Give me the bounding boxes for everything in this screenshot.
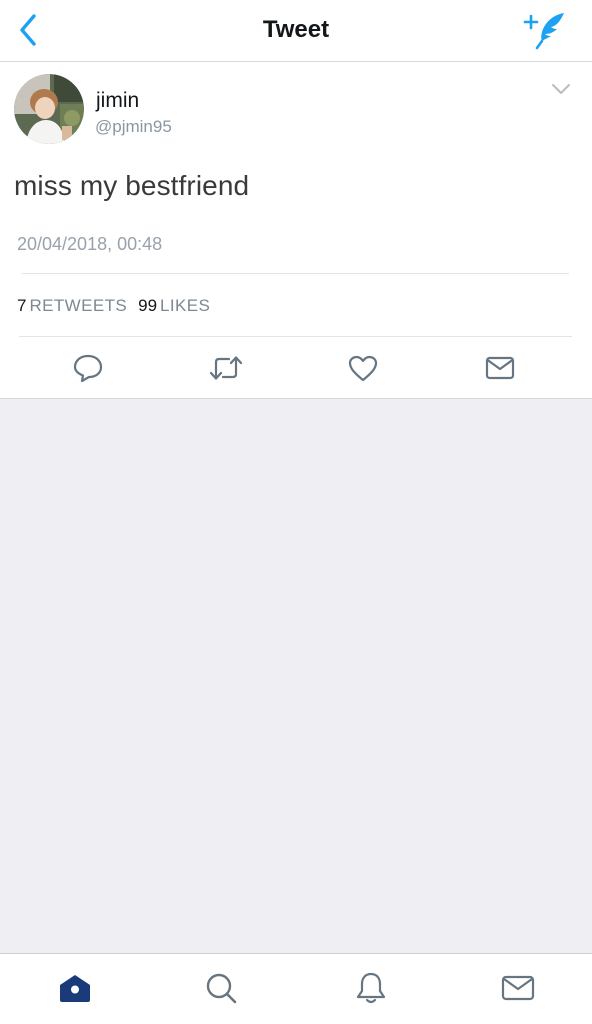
bell-icon: [356, 972, 386, 1004]
avatar[interactable]: [14, 74, 84, 144]
chevron-down-icon: [552, 84, 570, 94]
divider: [19, 336, 572, 337]
envelope-icon: [501, 975, 535, 1001]
tab-notifications[interactable]: [351, 968, 391, 1008]
envelope-icon: [485, 356, 515, 380]
user-handle: @pjmin95: [95, 117, 172, 136]
likes-count[interactable]: 99: [138, 296, 157, 315]
bottom-tab-bar: [0, 953, 592, 1024]
retweets-count[interactable]: 7: [17, 296, 26, 315]
page-title: Tweet: [262, 16, 330, 43]
heart-icon: [348, 355, 378, 382]
likes-label[interactable]: LIKES: [160, 296, 210, 315]
retweet-icon: [209, 356, 243, 380]
home-icon: [60, 975, 90, 1002]
display-name[interactable]: jimin: [96, 89, 139, 113]
tweet-text: miss my bestfriend: [14, 170, 250, 201]
compose-tweet-button[interactable]: [522, 8, 570, 52]
tweet-card: jimin @pjmin95 miss my bestfriend 20/04/…: [0, 62, 592, 399]
retweets-label[interactable]: RETWEETS: [29, 296, 127, 315]
tweet-detail-screen: Tweet jimin @pjmin95 miss my bestfriend …: [0, 0, 592, 1024]
compose-feather-icon: [523, 13, 564, 50]
divider: [22, 273, 569, 274]
search-icon: [206, 973, 237, 1004]
retweet-button[interactable]: [206, 352, 246, 384]
tweet-stats: 7 RETWEETS 99 LIKES: [17, 296, 210, 316]
tab-search[interactable]: [201, 968, 241, 1008]
user-avatar-photo: [14, 74, 84, 144]
like-button[interactable]: [343, 352, 383, 384]
tab-home[interactable]: [55, 968, 95, 1008]
top-navigation-bar: Tweet: [0, 0, 592, 62]
reply-bubble-icon: [73, 354, 103, 383]
reply-button[interactable]: [68, 352, 108, 384]
tab-messages[interactable]: [498, 968, 538, 1008]
tweet-timestamp: 20/04/2018, 00:48: [17, 234, 163, 254]
direct-message-button[interactable]: [480, 352, 520, 384]
tweet-options-button[interactable]: [548, 78, 574, 100]
